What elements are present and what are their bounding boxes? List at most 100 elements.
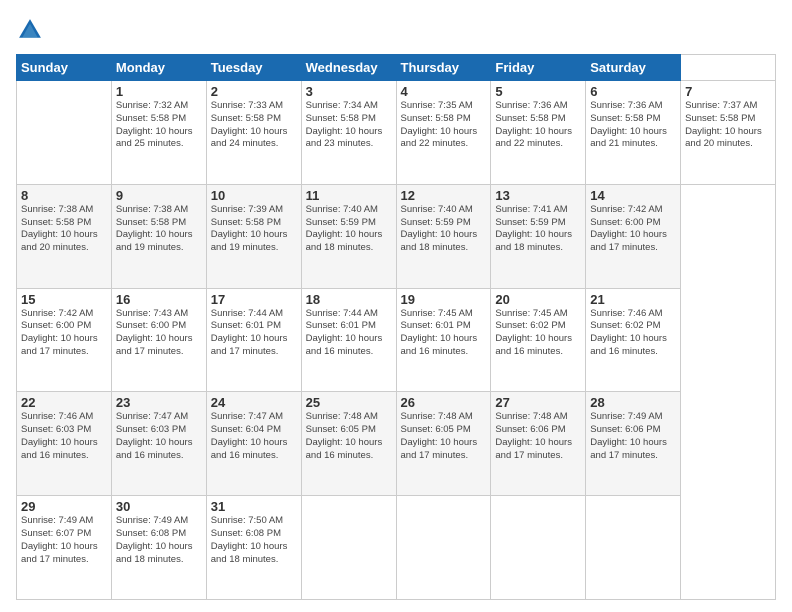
day-number: 14 bbox=[590, 188, 676, 203]
day-info: Sunrise: 7:48 AMSunset: 6:05 PMDaylight:… bbox=[306, 411, 383, 460]
calendar-day-cell: 23Sunrise: 7:47 AMSunset: 6:03 PMDayligh… bbox=[111, 392, 206, 496]
calendar-day-cell: 9Sunrise: 7:38 AMSunset: 5:58 PMDaylight… bbox=[111, 184, 206, 288]
day-number: 31 bbox=[211, 499, 297, 514]
calendar-day-cell: 18Sunrise: 7:44 AMSunset: 6:01 PMDayligh… bbox=[301, 288, 396, 392]
day-number: 13 bbox=[495, 188, 581, 203]
day-of-week-header: Thursday bbox=[396, 55, 491, 81]
calendar-day-cell: 8Sunrise: 7:38 AMSunset: 5:58 PMDaylight… bbox=[17, 184, 112, 288]
day-info: Sunrise: 7:44 AMSunset: 6:01 PMDaylight:… bbox=[211, 308, 288, 357]
day-info: Sunrise: 7:32 AMSunset: 5:58 PMDaylight:… bbox=[116, 100, 193, 149]
day-info: Sunrise: 7:42 AMSunset: 6:00 PMDaylight:… bbox=[21, 308, 98, 357]
day-number: 7 bbox=[685, 84, 771, 99]
day-number: 29 bbox=[21, 499, 107, 514]
day-info: Sunrise: 7:50 AMSunset: 6:08 PMDaylight:… bbox=[211, 515, 288, 564]
day-info: Sunrise: 7:38 AMSunset: 5:58 PMDaylight:… bbox=[116, 204, 193, 253]
day-number: 16 bbox=[116, 292, 202, 307]
day-info: Sunrise: 7:46 AMSunset: 6:02 PMDaylight:… bbox=[590, 308, 667, 357]
day-info: Sunrise: 7:40 AMSunset: 5:59 PMDaylight:… bbox=[401, 204, 478, 253]
day-of-week-header: Wednesday bbox=[301, 55, 396, 81]
day-info: Sunrise: 7:36 AMSunset: 5:58 PMDaylight:… bbox=[590, 100, 667, 149]
calendar-day-cell bbox=[586, 496, 681, 600]
day-number: 28 bbox=[590, 395, 676, 410]
day-number: 22 bbox=[21, 395, 107, 410]
calendar-week-row: 15Sunrise: 7:42 AMSunset: 6:00 PMDayligh… bbox=[17, 288, 776, 392]
day-info: Sunrise: 7:36 AMSunset: 5:58 PMDaylight:… bbox=[495, 100, 572, 149]
calendar-day-cell: 28Sunrise: 7:49 AMSunset: 6:06 PMDayligh… bbox=[586, 392, 681, 496]
calendar-day-cell: 12Sunrise: 7:40 AMSunset: 5:59 PMDayligh… bbox=[396, 184, 491, 288]
day-info: Sunrise: 7:34 AMSunset: 5:58 PMDaylight:… bbox=[306, 100, 383, 149]
calendar-day-cell: 13Sunrise: 7:41 AMSunset: 5:59 PMDayligh… bbox=[491, 184, 586, 288]
calendar-day-cell: 17Sunrise: 7:44 AMSunset: 6:01 PMDayligh… bbox=[206, 288, 301, 392]
calendar-day-cell: 6Sunrise: 7:36 AMSunset: 5:58 PMDaylight… bbox=[586, 81, 681, 185]
day-number: 19 bbox=[401, 292, 487, 307]
calendar-day-cell: 30Sunrise: 7:49 AMSunset: 6:08 PMDayligh… bbox=[111, 496, 206, 600]
day-info: Sunrise: 7:35 AMSunset: 5:58 PMDaylight:… bbox=[401, 100, 478, 149]
day-number: 26 bbox=[401, 395, 487, 410]
day-info: Sunrise: 7:48 AMSunset: 6:06 PMDaylight:… bbox=[495, 411, 572, 460]
day-info: Sunrise: 7:49 AMSunset: 6:07 PMDaylight:… bbox=[21, 515, 98, 564]
calendar-week-row: 22Sunrise: 7:46 AMSunset: 6:03 PMDayligh… bbox=[17, 392, 776, 496]
day-number: 1 bbox=[116, 84, 202, 99]
empty-cell bbox=[17, 81, 112, 185]
day-info: Sunrise: 7:37 AMSunset: 5:58 PMDaylight:… bbox=[685, 100, 762, 149]
day-number: 9 bbox=[116, 188, 202, 203]
day-of-week-header: Sunday bbox=[17, 55, 112, 81]
calendar-day-cell: 29Sunrise: 7:49 AMSunset: 6:07 PMDayligh… bbox=[17, 496, 112, 600]
calendar-day-cell: 4Sunrise: 7:35 AMSunset: 5:58 PMDaylight… bbox=[396, 81, 491, 185]
day-number: 15 bbox=[21, 292, 107, 307]
day-number: 30 bbox=[116, 499, 202, 514]
day-info: Sunrise: 7:38 AMSunset: 5:58 PMDaylight:… bbox=[21, 204, 98, 253]
day-number: 24 bbox=[211, 395, 297, 410]
day-info: Sunrise: 7:46 AMSunset: 6:03 PMDaylight:… bbox=[21, 411, 98, 460]
calendar-day-cell: 11Sunrise: 7:40 AMSunset: 5:59 PMDayligh… bbox=[301, 184, 396, 288]
day-info: Sunrise: 7:49 AMSunset: 6:06 PMDaylight:… bbox=[590, 411, 667, 460]
day-number: 27 bbox=[495, 395, 581, 410]
calendar-day-cell: 21Sunrise: 7:46 AMSunset: 6:02 PMDayligh… bbox=[586, 288, 681, 392]
calendar-day-cell: 22Sunrise: 7:46 AMSunset: 6:03 PMDayligh… bbox=[17, 392, 112, 496]
day-info: Sunrise: 7:45 AMSunset: 6:02 PMDaylight:… bbox=[495, 308, 572, 357]
day-number: 21 bbox=[590, 292, 676, 307]
logo-icon bbox=[16, 16, 44, 44]
day-number: 18 bbox=[306, 292, 392, 307]
calendar-day-cell: 14Sunrise: 7:42 AMSunset: 6:00 PMDayligh… bbox=[586, 184, 681, 288]
day-info: Sunrise: 7:49 AMSunset: 6:08 PMDaylight:… bbox=[116, 515, 193, 564]
day-number: 25 bbox=[306, 395, 392, 410]
day-info: Sunrise: 7:45 AMSunset: 6:01 PMDaylight:… bbox=[401, 308, 478, 357]
day-info: Sunrise: 7:47 AMSunset: 6:03 PMDaylight:… bbox=[116, 411, 193, 460]
day-number: 5 bbox=[495, 84, 581, 99]
calendar-day-cell: 10Sunrise: 7:39 AMSunset: 5:58 PMDayligh… bbox=[206, 184, 301, 288]
day-number: 20 bbox=[495, 292, 581, 307]
day-info: Sunrise: 7:33 AMSunset: 5:58 PMDaylight:… bbox=[211, 100, 288, 149]
calendar-day-cell bbox=[396, 496, 491, 600]
calendar-week-row: 8Sunrise: 7:38 AMSunset: 5:58 PMDaylight… bbox=[17, 184, 776, 288]
calendar-day-cell: 15Sunrise: 7:42 AMSunset: 6:00 PMDayligh… bbox=[17, 288, 112, 392]
calendar-week-row: 1Sunrise: 7:32 AMSunset: 5:58 PMDaylight… bbox=[17, 81, 776, 185]
calendar-day-cell: 5Sunrise: 7:36 AMSunset: 5:58 PMDaylight… bbox=[491, 81, 586, 185]
day-of-week-header: Saturday bbox=[586, 55, 681, 81]
calendar-table: SundayMondayTuesdayWednesdayThursdayFrid… bbox=[16, 54, 776, 600]
day-info: Sunrise: 7:41 AMSunset: 5:59 PMDaylight:… bbox=[495, 204, 572, 253]
day-of-week-header: Monday bbox=[111, 55, 206, 81]
day-number: 6 bbox=[590, 84, 676, 99]
calendar-day-cell: 1Sunrise: 7:32 AMSunset: 5:58 PMDaylight… bbox=[111, 81, 206, 185]
day-number: 3 bbox=[306, 84, 392, 99]
day-number: 11 bbox=[306, 188, 392, 203]
day-number: 17 bbox=[211, 292, 297, 307]
day-number: 4 bbox=[401, 84, 487, 99]
calendar-day-cell: 26Sunrise: 7:48 AMSunset: 6:05 PMDayligh… bbox=[396, 392, 491, 496]
calendar-week-row: 29Sunrise: 7:49 AMSunset: 6:07 PMDayligh… bbox=[17, 496, 776, 600]
calendar-day-cell: 2Sunrise: 7:33 AMSunset: 5:58 PMDaylight… bbox=[206, 81, 301, 185]
page: SundayMondayTuesdayWednesdayThursdayFrid… bbox=[0, 0, 792, 612]
calendar-day-cell: 19Sunrise: 7:45 AMSunset: 6:01 PMDayligh… bbox=[396, 288, 491, 392]
calendar-day-cell: 31Sunrise: 7:50 AMSunset: 6:08 PMDayligh… bbox=[206, 496, 301, 600]
calendar-day-cell bbox=[301, 496, 396, 600]
calendar-day-cell bbox=[491, 496, 586, 600]
calendar-day-cell: 7Sunrise: 7:37 AMSunset: 5:58 PMDaylight… bbox=[681, 81, 776, 185]
day-info: Sunrise: 7:43 AMSunset: 6:00 PMDaylight:… bbox=[116, 308, 193, 357]
day-info: Sunrise: 7:39 AMSunset: 5:58 PMDaylight:… bbox=[211, 204, 288, 253]
day-of-week-header: Friday bbox=[491, 55, 586, 81]
day-number: 8 bbox=[21, 188, 107, 203]
calendar-day-cell: 25Sunrise: 7:48 AMSunset: 6:05 PMDayligh… bbox=[301, 392, 396, 496]
day-info: Sunrise: 7:47 AMSunset: 6:04 PMDaylight:… bbox=[211, 411, 288, 460]
day-number: 12 bbox=[401, 188, 487, 203]
